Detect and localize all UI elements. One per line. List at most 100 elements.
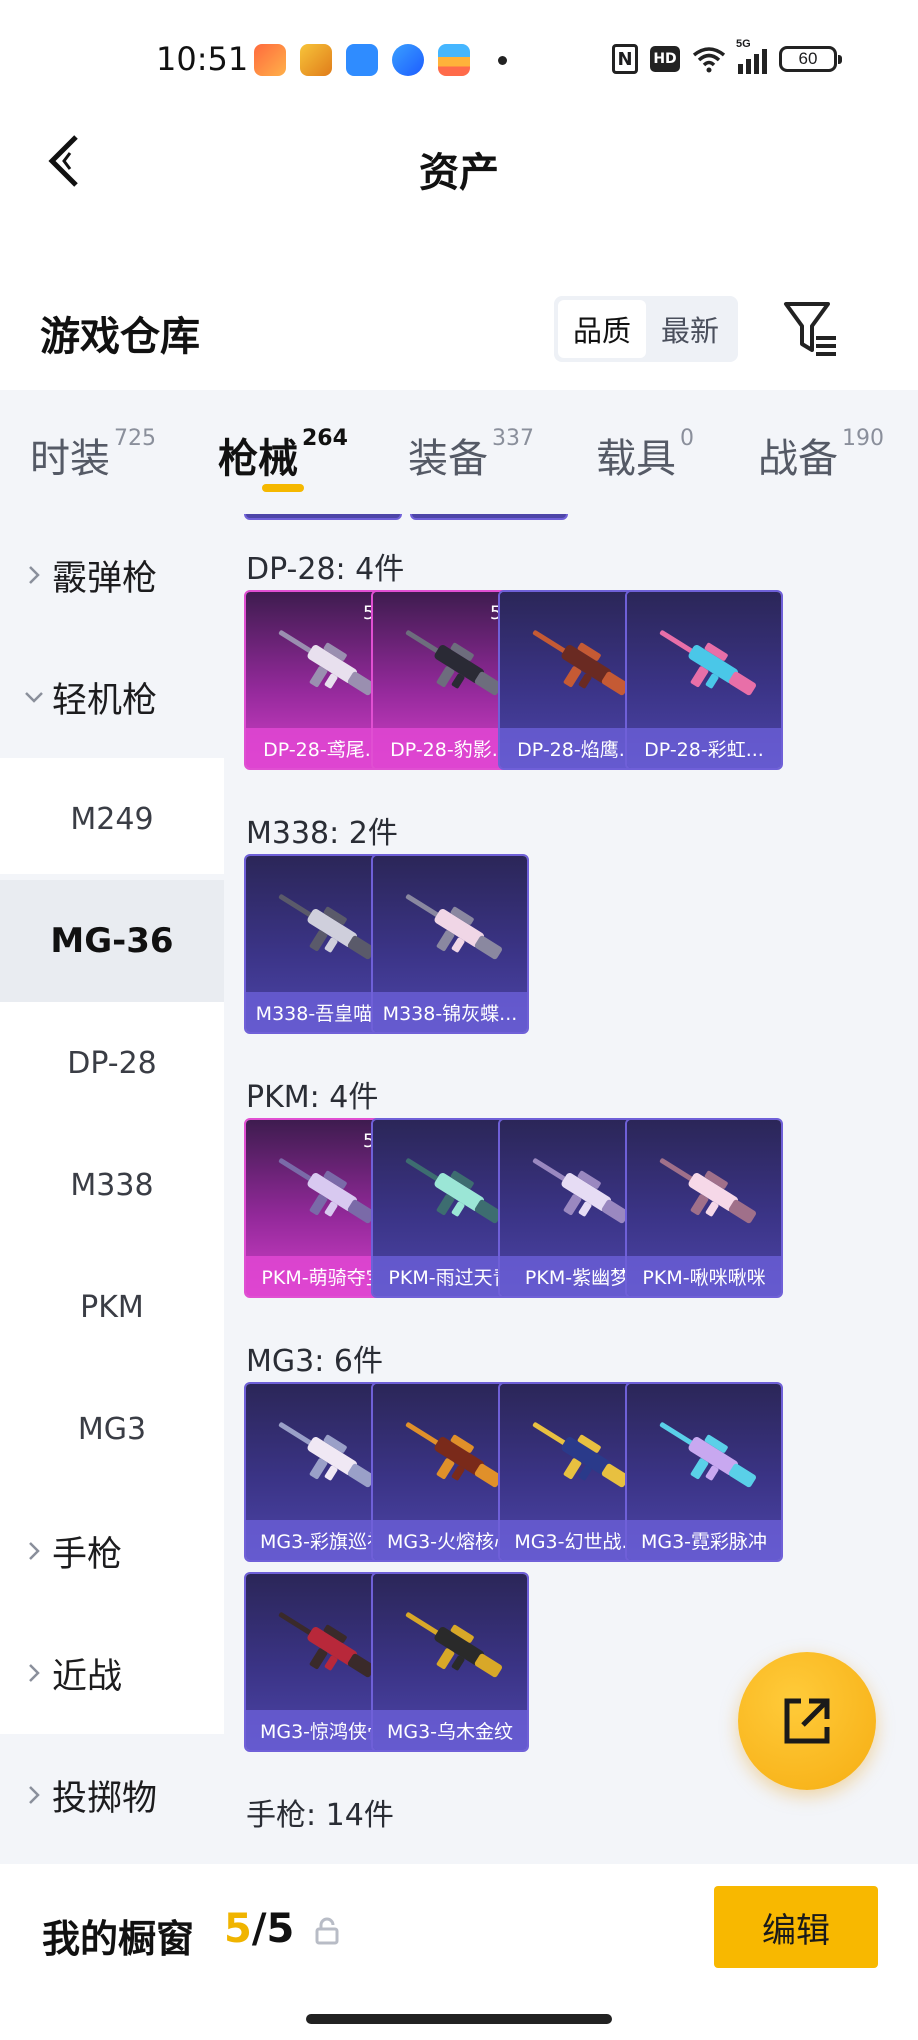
showcase-bar: 我的橱窗 5/5 编辑 [0, 1864, 918, 2040]
share-external-icon [784, 1698, 830, 1744]
nfc-icon: N [612, 44, 638, 74]
weapon-skin-image [405, 894, 503, 960]
cellular-signal-icon: 5G [736, 38, 767, 74]
status-bar: 10:51 N HD 5G 60 [0, 0, 918, 120]
sidebar-subitem-m249[interactable]: M249 [0, 758, 224, 880]
weapon-category-sidebar: 霰弹枪 轻机枪 M249 MG-36 DP-28 M338 PKM MG3 手枪… [0, 514, 226, 1864]
chevron-down-icon [20, 690, 48, 704]
weapon-skin-image [659, 1158, 757, 1224]
tab-count: 337 [492, 426, 534, 451]
showcase-current: 5 [224, 1906, 252, 1952]
section-title-m338: M338: 2件 [246, 816, 398, 851]
showcase-total: 5 [266, 1906, 295, 1952]
sidebar-subitem-label: MG-36 [50, 921, 174, 961]
sort-by-newest-button[interactable]: 最新 [646, 300, 734, 358]
sidebar-item-throwables[interactable]: 投掷物 [0, 1734, 224, 1856]
weapon-skin-image [532, 1422, 630, 1488]
more-notifications-icon [498, 55, 507, 65]
sidebar-item-label: 手枪 [52, 1534, 123, 1575]
sidebar-item-label: 投掷物 [52, 1778, 158, 1819]
weapon-skin-image [278, 1422, 376, 1488]
warehouse-title: 游戏仓库 [40, 314, 200, 360]
section-title-mg3: MG3: 6件 [246, 1344, 383, 1379]
card-name-label: DP-28-彩虹... [627, 728, 781, 768]
sidebar-subitem-label: MG3 [77, 1411, 147, 1447]
active-tab-indicator [262, 484, 304, 492]
status-time: 10:51 [156, 40, 249, 78]
weapon-skin-card[interactable]: MG3-乌木金纹 [371, 1572, 529, 1752]
page-title: 资产 [419, 150, 499, 196]
sidebar-subitem-label: PKM [80, 1289, 144, 1325]
wifi-icon [692, 44, 726, 74]
lock-icon [314, 1916, 340, 1946]
hd-icon: HD [650, 46, 680, 72]
weapon-skin-card[interactable]: MG3-霓彩脉冲 [625, 1382, 783, 1562]
sidebar-item-pistol[interactable]: 手枪 [0, 1490, 224, 1612]
tab-vehicles[interactable]: 载具 0 [596, 426, 694, 484]
tab-label: 战备 [758, 436, 838, 482]
notification-icons [254, 44, 507, 76]
weapon-skin-card[interactable]: DP-28-彩虹... [625, 590, 783, 770]
tab-label: 载具 [596, 436, 676, 482]
sidebar-item-lmg[interactable]: 轻机枪 [0, 636, 224, 758]
section-title-pkm: PKM: 4件 [246, 1080, 379, 1115]
sidebar-subitem-m338[interactable]: M338 [0, 1124, 224, 1246]
tab-label: 时装 [30, 436, 110, 482]
weapon-skin-image [278, 630, 376, 696]
tab-label: 枪械 [218, 436, 298, 482]
sidebar-item-melee[interactable]: 近战 [0, 1612, 224, 1734]
calendar-app-icon [346, 44, 378, 76]
sidebar-subitem-label: M249 [70, 801, 154, 837]
section-title-dp28: DP-28: 4件 [246, 552, 405, 587]
tab-firearms[interactable]: 枪械 264 [218, 426, 348, 484]
sidebar-subitem-dp28[interactable]: DP-28 [0, 1002, 224, 1124]
share-button[interactable] [738, 1652, 876, 1790]
weapon-skin-image [405, 1612, 503, 1678]
chevron-right-icon [20, 1540, 48, 1562]
tab-label: 装备 [408, 436, 488, 482]
tab-count: 190 [842, 426, 884, 451]
sidebar-subitem-mg36[interactable]: MG-36 [0, 880, 224, 1002]
game-app-icon [254, 44, 286, 76]
weapon-skin-image [278, 1158, 376, 1224]
card-name-label: MG3-乌木金纹 [373, 1710, 527, 1750]
weapon-skin-card[interactable]: M338-锦灰蝶... [371, 854, 529, 1034]
weapon-skin-image [659, 1422, 757, 1488]
section-title-pistol: 手枪: 14件 [246, 1798, 394, 1833]
wallet-app-icon [438, 44, 470, 76]
sidebar-subitem-mg3[interactable]: MG3 [0, 1368, 224, 1490]
tab-supplies[interactable]: 战备 190 [758, 426, 884, 484]
sidebar-subitem-pkm[interactable]: PKM [0, 1246, 224, 1368]
tab-equipment[interactable]: 装备 337 [408, 426, 534, 484]
weapon-skin-image [278, 1612, 376, 1678]
showcase-separator: / [251, 1906, 267, 1952]
weapon-skin-card[interactable]: PKM-啾咪啾咪 [625, 1118, 783, 1298]
previous-card-edge [410, 514, 568, 520]
edit-button[interactable]: 编辑 [714, 1886, 878, 1968]
card-name-label: MG3-霓彩脉冲 [627, 1520, 781, 1560]
weapon-skin-image [278, 894, 376, 960]
battery-level: 60 [798, 49, 818, 68]
chevron-right-icon [20, 1784, 48, 1806]
weapon-skin-image [659, 630, 757, 696]
sidebar-item-label: 霰弹枪 [52, 558, 158, 599]
chevron-right-icon [20, 1662, 48, 1684]
previous-card-edge [244, 514, 402, 520]
sidebar-item-shotgun[interactable]: 霰弹枪 [0, 514, 224, 636]
weapon-skin-image [405, 630, 503, 696]
tab-count: 725 [114, 426, 156, 451]
card-name-label: PKM-啾咪啾咪 [627, 1256, 781, 1296]
weapon-skin-image [405, 1422, 503, 1488]
sidebar-subitem-label: M338 [70, 1167, 154, 1203]
sidebar-item-label: 轻机枪 [52, 680, 158, 721]
home-indicator[interactable] [306, 2014, 612, 2024]
filter-button[interactable] [782, 298, 842, 360]
showcase-label: 我的橱窗 [42, 1917, 195, 1961]
browser-app-icon [392, 44, 424, 76]
tab-fashion[interactable]: 时装 725 [30, 426, 156, 484]
weapon-skin-image [532, 630, 630, 696]
sort-by-quality-button[interactable]: 品质 [558, 300, 646, 358]
tab-count: 0 [680, 426, 694, 451]
chevron-right-icon [20, 564, 48, 586]
tab-count: 264 [302, 426, 348, 451]
